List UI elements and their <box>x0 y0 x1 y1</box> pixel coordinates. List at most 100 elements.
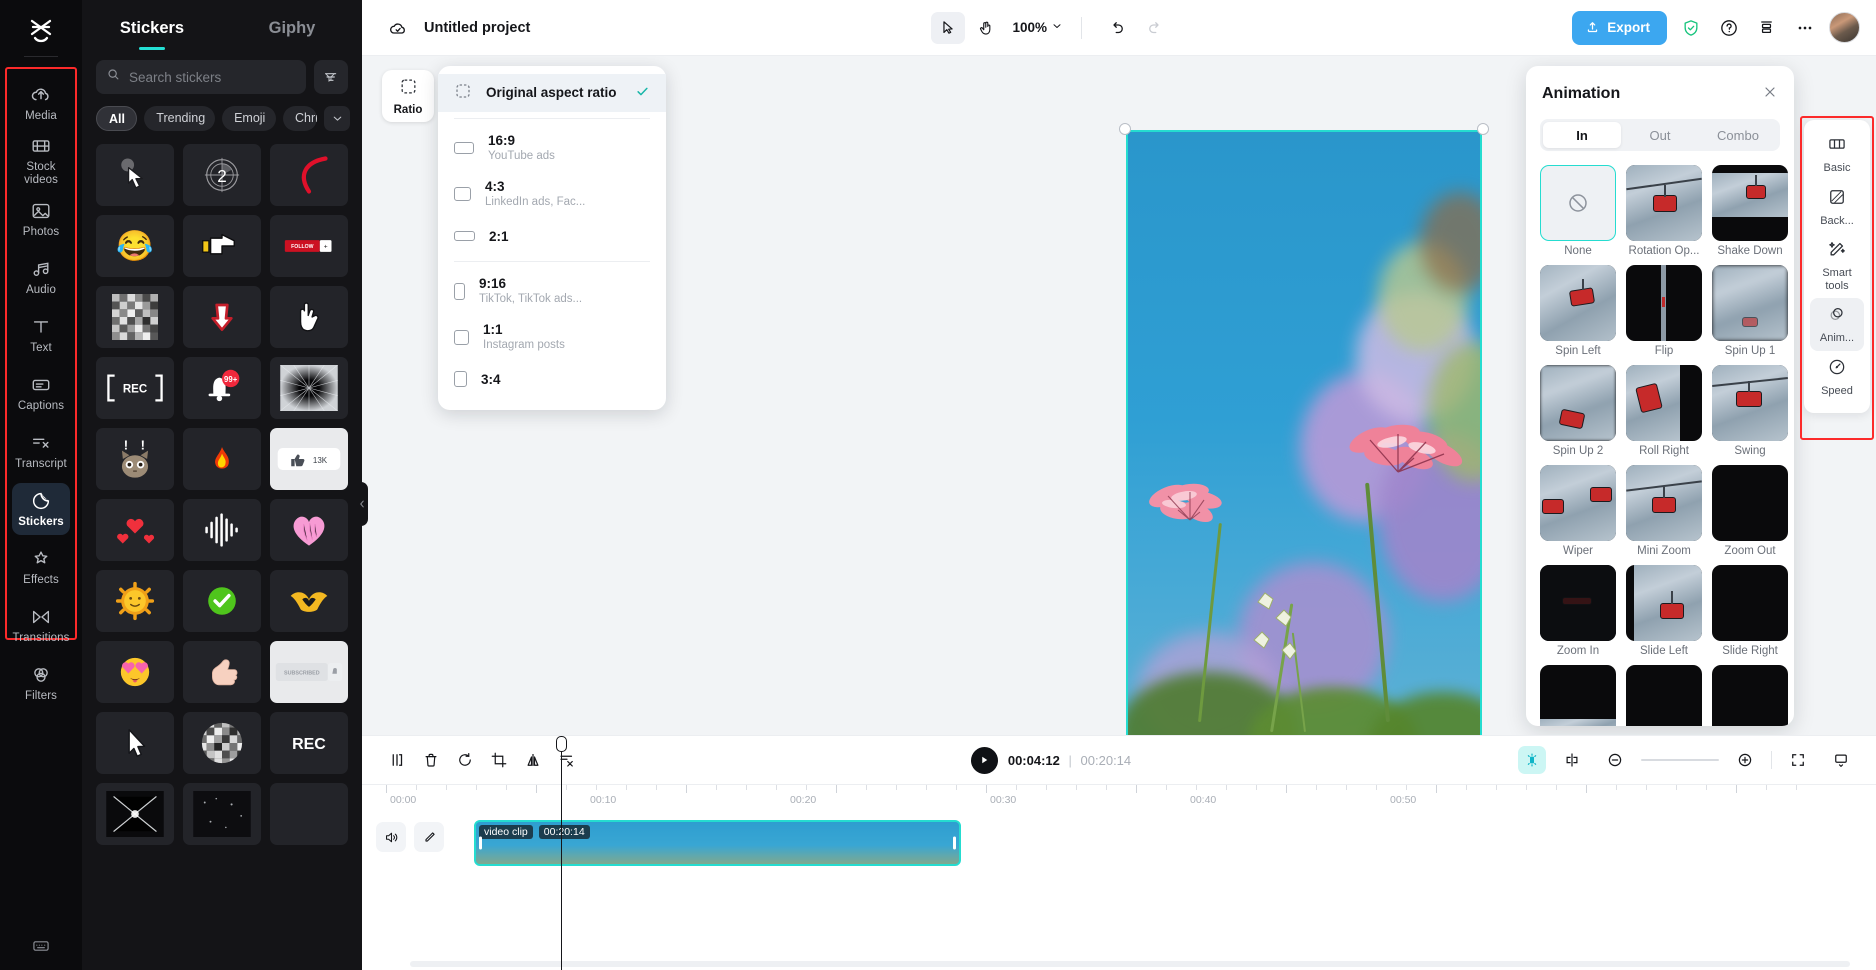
sticker-mosaic-circle[interactable] <box>183 712 261 774</box>
timeline-clip[interactable]: video clip 00:20:14 <box>474 820 961 866</box>
animation-option-spin-left[interactable]: Spin Left <box>1540 265 1616 357</box>
magnet-snap-icon[interactable] <box>1518 746 1546 774</box>
tab-stickers[interactable]: Stickers <box>82 0 222 56</box>
attr-item-smart-tools[interactable]: Smart tools <box>1810 233 1864 298</box>
sticker-red-down-arrow[interactable] <box>183 286 261 348</box>
resize-handle-top-left[interactable] <box>1119 123 1131 135</box>
mute-speaker-icon[interactable] <box>376 822 406 852</box>
export-button[interactable]: Export <box>1572 11 1667 45</box>
animation-option-extra-3[interactable] <box>1712 665 1788 726</box>
sticker-thumbs-up-hand[interactable] <box>183 641 261 703</box>
page-title[interactable]: Untitled project <box>424 20 530 36</box>
sticker-subscribed-button[interactable]: SUBSCRIBED <box>270 641 348 703</box>
zoom-slider[interactable] <box>1641 759 1719 761</box>
sidebar-item-media[interactable]: Media <box>12 77 70 129</box>
search-input[interactable] <box>129 70 296 85</box>
split-marker-icon[interactable] <box>1555 745 1589 775</box>
animation-option-rotation-open[interactable]: Rotation Op... <box>1626 165 1702 257</box>
sidebar-item-transitions[interactable]: Transitions <box>12 599 70 651</box>
edit-pencil-icon[interactable] <box>414 822 444 852</box>
sticker-dark-empty[interactable] <box>270 783 348 845</box>
close-icon[interactable] <box>1762 84 1778 103</box>
tab-out[interactable]: Out <box>1621 122 1699 148</box>
sidebar-item-effects[interactable]: Effects <box>12 541 70 593</box>
hand-pan-tool[interactable] <box>969 12 1003 44</box>
select-arrow-tool[interactable] <box>931 12 965 44</box>
sticker-audio-waveform[interactable] <box>183 499 261 561</box>
capcut-logo-icon[interactable] <box>18 10 64 52</box>
sticker-countdown-2[interactable]: 2 <box>183 144 261 206</box>
clip-trim-right[interactable] <box>953 837 956 850</box>
animation-option-zoom-in[interactable]: Zoom In <box>1540 565 1616 657</box>
animation-option-zoom-out[interactable]: Zoom Out <box>1712 465 1788 557</box>
ratio-option-16-9[interactable]: 16:9 YouTube ads <box>438 125 666 171</box>
sticker-pink-heart-doodle[interactable] <box>270 499 348 561</box>
avatar[interactable] <box>1829 12 1860 43</box>
sidebar-item-stock-videos[interactable]: Stock videos <box>12 135 70 187</box>
rotate-icon[interactable] <box>448 745 482 775</box>
ratio-option-4-3[interactable]: 4:3 LinkedIn ads, Fac... <box>438 171 666 217</box>
crop-icon[interactable] <box>482 745 516 775</box>
mirror-flip-icon[interactable] <box>516 745 550 775</box>
chip-trending[interactable]: Trending <box>144 106 215 131</box>
sticker-green-check-circle[interactable] <box>183 570 261 632</box>
sticker-white-hand-pointer[interactable] <box>270 286 348 348</box>
sidebar-item-audio[interactable]: Audio <box>12 251 70 303</box>
attr-item-speed[interactable]: Speed <box>1810 351 1864 404</box>
tab-giphy[interactable]: Giphy <box>222 0 362 56</box>
zoom-level-select[interactable]: 100% <box>1013 20 1064 35</box>
sticker-particles[interactable] <box>183 783 261 845</box>
timeline-ruler[interactable]: 00:00 00:10 00:20 00:30 00:40 00:50 <box>362 784 1876 810</box>
ratio-option-2-1[interactable]: 2:1 <box>438 217 666 255</box>
sticker-mouse-arrow-cursor[interactable] <box>96 712 174 774</box>
sidebar-item-filters[interactable]: Filters <box>12 657 70 709</box>
sticker-pointing-hand-pixel[interactable] <box>183 215 261 277</box>
chip-christmas[interactable]: Chri <box>283 106 317 131</box>
tab-in[interactable]: In <box>1543 122 1621 148</box>
preview-render-icon[interactable] <box>1824 745 1858 775</box>
ratio-option-3-4[interactable]: 3:4 <box>438 360 666 398</box>
ratio-option-1-1[interactable]: 1:1 Instagram posts <box>438 314 666 360</box>
timeline-scrollbar[interactable] <box>410 961 1850 967</box>
sticker-speed-lines-burst[interactable] <box>270 357 348 419</box>
sticker-follow-button[interactable]: FOLLOW + <box>270 215 348 277</box>
sticker-rec-text[interactable]: REC <box>270 712 348 774</box>
clip-trim-left[interactable] <box>479 837 482 850</box>
ratio-button[interactable]: Ratio <box>382 70 434 122</box>
sidebar-item-photos[interactable]: Photos <box>12 193 70 245</box>
attr-item-background[interactable]: Back... <box>1810 181 1864 234</box>
animation-option-mini-zoom[interactable]: Mini Zoom <box>1626 465 1702 557</box>
attr-item-animation[interactable]: Anim... <box>1810 298 1864 351</box>
sticker-heart-eyes-emoji[interactable] <box>96 641 174 703</box>
ratio-option-original[interactable]: Original aspect ratio <box>438 74 666 112</box>
sticker-mosaic-blur-square[interactable] <box>96 286 174 348</box>
animation-option-spin-up-2[interactable]: Spin Up 2 <box>1540 365 1616 457</box>
zoom-in-icon[interactable] <box>1728 745 1762 775</box>
playhead-handle[interactable] <box>556 736 567 752</box>
zoom-out-icon[interactable] <box>1598 745 1632 775</box>
animation-option-none[interactable]: None <box>1540 165 1616 257</box>
sidebar-item-text[interactable]: Text <box>12 309 70 361</box>
sticker-surprised-cat[interactable]: ! ! <box>96 428 174 490</box>
animation-option-extra-1[interactable] <box>1540 665 1616 726</box>
sticker-light-flare[interactable] <box>96 783 174 845</box>
attr-item-basic[interactable]: Basic <box>1810 128 1864 181</box>
animation-option-shake-down[interactable]: Shake Down <box>1712 165 1788 257</box>
sticker-smiling-sun[interactable] <box>96 570 174 632</box>
keyboard-shortcuts-icon[interactable] <box>0 936 82 956</box>
redo-button[interactable] <box>1138 12 1172 44</box>
fit-to-screen-icon[interactable] <box>1781 745 1815 775</box>
ratio-option-9-16[interactable]: 9:16 TikTok, TikTok ads... <box>438 268 666 314</box>
animation-option-wiper[interactable]: Wiper <box>1540 465 1616 557</box>
search-box[interactable] <box>96 60 306 94</box>
animation-option-roll-right[interactable]: Roll Right <box>1626 365 1702 457</box>
animation-option-extra-2[interactable] <box>1626 665 1702 726</box>
sidebar-item-captions[interactable]: Captions <box>12 367 70 419</box>
play-icon[interactable] <box>971 747 998 774</box>
question-circle-icon[interactable] <box>1715 14 1743 42</box>
chip-all[interactable]: All <box>96 106 137 131</box>
resize-handle-top-right[interactable] <box>1477 123 1489 135</box>
delete-trash-icon[interactable] <box>414 745 448 775</box>
animation-option-slide-left[interactable]: Slide Left <box>1626 565 1702 657</box>
sidebar-item-stickers[interactable]: Stickers <box>12 483 70 535</box>
